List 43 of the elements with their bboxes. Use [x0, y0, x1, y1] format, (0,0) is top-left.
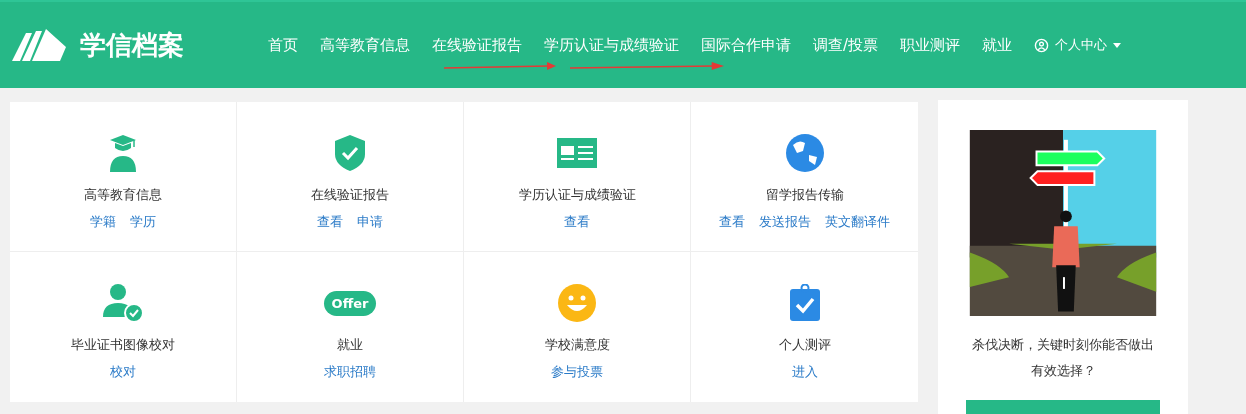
service-title: 个人测评: [778, 336, 831, 354]
nav-link[interactable]: 就业: [982, 35, 1013, 55]
nav-link[interactable]: 在线验证报告: [432, 35, 522, 55]
nav-link[interactable]: 高等教育信息: [320, 35, 410, 55]
nav-link[interactable]: 国际合作申请: [701, 35, 791, 55]
user-check-icon: [102, 283, 144, 323]
service-link[interactable]: 参与投票: [551, 363, 603, 381]
service-link[interactable]: 查看: [317, 213, 343, 231]
user-icon: [1034, 37, 1050, 53]
service-link[interactable]: 校对: [110, 363, 136, 381]
service-link[interactable]: 申请: [357, 213, 383, 231]
service-link[interactable]: 英文翻译件: [825, 213, 890, 231]
action-button[interactable]: [966, 400, 1160, 414]
service-link[interactable]: 查看: [719, 213, 745, 231]
service-link[interactable]: 学历: [130, 213, 156, 231]
service-title: 就业: [337, 336, 363, 354]
site-logo-text: 学信档案: [80, 28, 184, 62]
service-link[interactable]: 查看: [564, 213, 590, 231]
service-title: 高等教育信息: [84, 186, 162, 204]
offer-badge: Offer: [323, 290, 377, 316]
picture-caption: 杀伐决断，关键时刻你能否做出有效选择？: [971, 336, 1155, 381]
nav-link[interactable]: 调查/投票: [813, 35, 879, 55]
shield-check-icon: [334, 134, 366, 172]
graduate-icon: [108, 134, 138, 172]
globe-icon: [784, 133, 825, 173]
service-title: 学历认证与成绩验证: [518, 186, 636, 204]
service-title: 学校满意度: [544, 336, 610, 354]
service-link[interactable]: 学籍: [90, 213, 116, 231]
nav-link[interactable]: 职业测评: [900, 35, 961, 55]
id-card-icon: [557, 138, 597, 168]
service-title: 在线验证报告: [311, 186, 389, 204]
service-link[interactable]: 发送报告: [759, 213, 811, 231]
service-title: 毕业证书图像校对: [71, 336, 175, 354]
clipboard-check-icon: [788, 284, 821, 322]
service-link[interactable]: 进入: [791, 363, 818, 381]
nav-link[interactable]: 首页: [268, 35, 298, 55]
service-link[interactable]: 求职招聘: [324, 363, 376, 381]
nav-link[interactable]: 学历认证与成绩验证: [544, 35, 679, 55]
smiley-icon: [557, 283, 597, 323]
book-logo-icon: [10, 27, 68, 63]
user-menu[interactable]: 个人中心: [1034, 36, 1122, 54]
caret-icon: [1113, 42, 1122, 48]
service-title: 留学报告传输: [765, 186, 844, 204]
